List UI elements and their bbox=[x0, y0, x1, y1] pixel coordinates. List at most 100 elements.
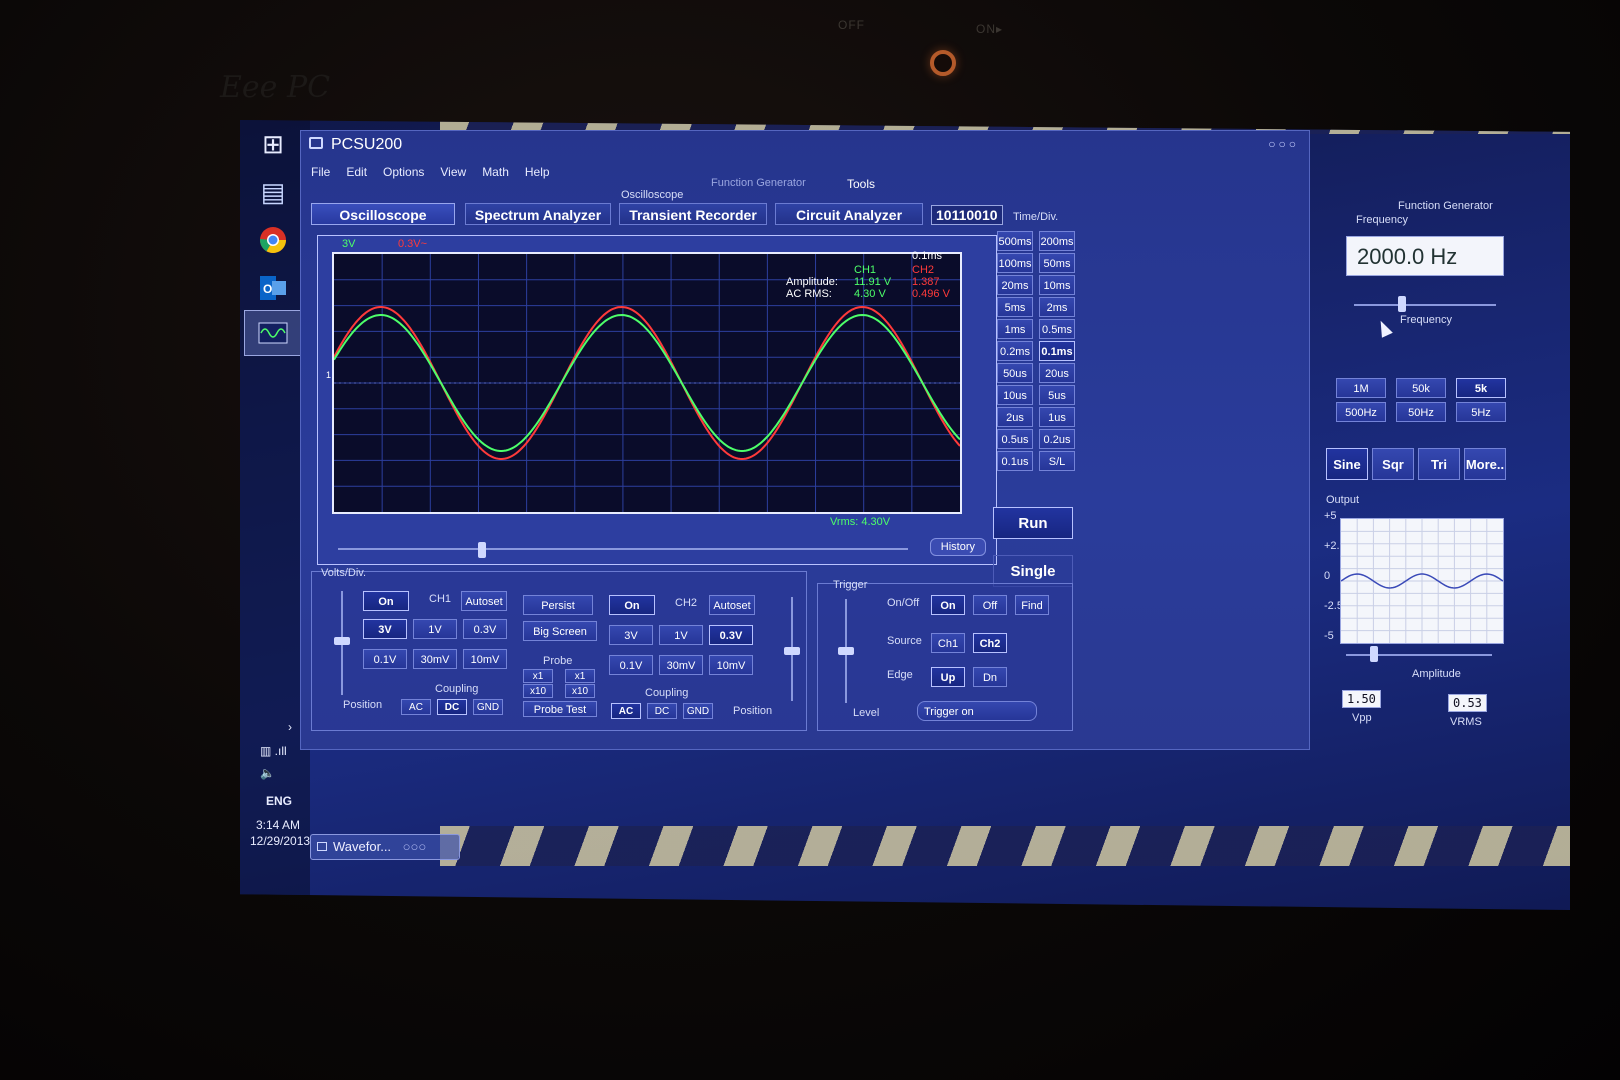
ch1-autoset-button[interactable]: Autoset bbox=[461, 591, 507, 611]
fg-range-5Hz-button[interactable]: 5Hz bbox=[1456, 402, 1506, 422]
history-scroll-thumb[interactable] bbox=[478, 542, 486, 558]
ch1-volts-1V-button[interactable]: 1V bbox=[413, 619, 457, 639]
time-div-200ms-button[interactable]: 200ms bbox=[1039, 231, 1075, 251]
trigger-edge-down-button[interactable]: Dn bbox=[973, 667, 1007, 687]
ch2-coupling-gnd-button[interactable]: GND bbox=[683, 703, 713, 719]
time-div-50us-button[interactable]: 50us bbox=[997, 363, 1033, 383]
time-div-20us-button[interactable]: 20us bbox=[1039, 363, 1075, 383]
scope-display[interactable]: 0.1ms CH1 CH2 Amplitude: AC RMS: 11.91 V… bbox=[326, 250, 962, 528]
time-div-5ms-button[interactable]: 5ms bbox=[997, 297, 1033, 317]
fg-range-50Hz-button[interactable]: 50Hz bbox=[1396, 402, 1446, 422]
vpp-readout[interactable]: 1.50 bbox=[1342, 690, 1381, 708]
ch2-volts-10mV-button[interactable]: 10mV bbox=[709, 655, 753, 675]
history-scroll-track[interactable] bbox=[338, 548, 908, 550]
time-div-20ms-button[interactable]: 20ms bbox=[997, 275, 1033, 295]
amplitude-slider[interactable] bbox=[1346, 654, 1492, 656]
time-div-0.1us-button[interactable]: 0.1us bbox=[997, 451, 1033, 471]
time-div-0.2us-button[interactable]: 0.2us bbox=[1039, 429, 1075, 449]
time-div-2us-button[interactable]: 2us bbox=[997, 407, 1033, 427]
language-indicator[interactable]: ENG bbox=[266, 794, 292, 808]
tab-transient-recorder[interactable]: Transient Recorder bbox=[619, 203, 767, 225]
time-div-0.2ms-button[interactable]: 0.2ms bbox=[997, 341, 1033, 361]
time-div-1ms-button[interactable]: 1ms bbox=[997, 319, 1033, 339]
file-explorer-icon[interactable]: ▤ bbox=[250, 172, 296, 212]
tab-circuit-analyzer[interactable]: Circuit Analyzer bbox=[775, 203, 923, 225]
run-button[interactable]: Run bbox=[993, 507, 1073, 539]
time-div-10us-button[interactable]: 10us bbox=[997, 385, 1033, 405]
vrms-value-readout[interactable]: 0.53 bbox=[1448, 694, 1487, 712]
menu-help[interactable]: Help bbox=[525, 165, 550, 179]
window-controls[interactable]: ○○○ bbox=[1268, 137, 1299, 151]
fg-range-50k-button[interactable]: 50k bbox=[1396, 378, 1446, 398]
clock-time[interactable]: 3:14 AM bbox=[256, 818, 300, 832]
time-div-5us-button[interactable]: 5us bbox=[1039, 385, 1075, 405]
trigger-off-button[interactable]: Off bbox=[973, 595, 1007, 615]
ch2-autoset-button[interactable]: Autoset bbox=[709, 595, 755, 615]
ch1-volts-0.3V-button[interactable]: 0.3V bbox=[463, 619, 507, 639]
menu-tools[interactable]: Tools bbox=[847, 177, 875, 191]
history-button[interactable]: History bbox=[929, 538, 986, 556]
chrome-icon[interactable] bbox=[250, 220, 296, 260]
ch1-volts-3V-button[interactable]: 3V bbox=[363, 619, 407, 639]
trigger-level-thumb[interactable] bbox=[838, 647, 854, 655]
probe-ch1-x1-button[interactable]: x1 bbox=[523, 669, 553, 683]
probe-test-button[interactable]: Probe Test bbox=[523, 701, 597, 717]
frequency-slider[interactable] bbox=[1354, 304, 1496, 306]
menu-edit[interactable]: Edit bbox=[346, 165, 367, 179]
ch1-coupling-ac-button[interactable]: AC bbox=[401, 699, 431, 715]
ch2-volts-1V-button[interactable]: 1V bbox=[659, 625, 703, 645]
ch2-coupling-ac-button[interactable]: AC bbox=[611, 703, 641, 719]
network-icon[interactable]: ▥ .ıll bbox=[260, 744, 287, 758]
frequency-slider-thumb[interactable] bbox=[1398, 296, 1406, 312]
trigger-edge-up-button[interactable]: Up bbox=[931, 667, 965, 687]
tab-oscilloscope[interactable]: Oscilloscope bbox=[311, 203, 455, 225]
clock-date[interactable]: 12/29/2013 bbox=[250, 834, 310, 848]
time-div-2ms-button[interactable]: 2ms bbox=[1039, 297, 1075, 317]
ch2-coupling-dc-button[interactable]: DC bbox=[647, 703, 677, 719]
ch1-position-thumb[interactable] bbox=[334, 637, 350, 645]
time-div-1us-button[interactable]: 1us bbox=[1039, 407, 1075, 427]
ch2-volts-0.3V-button[interactable]: 0.3V bbox=[709, 625, 753, 645]
ch2-position-thumb[interactable] bbox=[784, 647, 800, 655]
time-div-0.5ms-button[interactable]: 0.5ms bbox=[1039, 319, 1075, 339]
frequency-display[interactable]: 2000.0 Hz bbox=[1346, 236, 1504, 276]
ch1-volts-10mV-button[interactable]: 10mV bbox=[463, 649, 507, 669]
ch2-volts-30mV-button[interactable]: 30mV bbox=[659, 655, 703, 675]
time-div-50ms-button[interactable]: 50ms bbox=[1039, 253, 1075, 273]
time-div-0.5us-button[interactable]: 0.5us bbox=[997, 429, 1033, 449]
time-div-10ms-button[interactable]: 10ms bbox=[1039, 275, 1075, 295]
windows-start-icon[interactable]: ⊞ bbox=[250, 124, 296, 164]
time-div-500ms-button[interactable]: 500ms bbox=[997, 231, 1033, 251]
amplitude-slider-thumb[interactable] bbox=[1370, 646, 1378, 662]
outlook-icon[interactable]: O bbox=[250, 268, 296, 308]
expand-arrow-icon[interactable]: › bbox=[288, 720, 292, 734]
volume-icon[interactable]: 🔈 bbox=[260, 766, 275, 780]
menu-file[interactable]: File bbox=[311, 165, 330, 179]
ch2-volts-0.1V-button[interactable]: 0.1V bbox=[609, 655, 653, 675]
waveform-app-icon[interactable] bbox=[244, 310, 302, 356]
probe-ch2-x1-button[interactable]: x1 bbox=[565, 669, 595, 683]
time-div-100ms-button[interactable]: 100ms bbox=[997, 253, 1033, 273]
persist-button[interactable]: Persist bbox=[523, 595, 593, 615]
probe-ch1-x10-button[interactable]: x10 bbox=[523, 684, 553, 698]
ch2-volts-3V-button[interactable]: 3V bbox=[609, 625, 653, 645]
menu-options[interactable]: Options bbox=[383, 165, 424, 179]
menu-math[interactable]: Math bbox=[482, 165, 509, 179]
function-generator-tab-label[interactable]: Function Generator bbox=[711, 177, 806, 189]
time-div-0.1ms-button[interactable]: 0.1ms bbox=[1039, 341, 1075, 361]
trigger-on-button[interactable]: On bbox=[931, 595, 965, 615]
fg-wave-sqr-button[interactable]: Sqr bbox=[1372, 448, 1414, 480]
fg-wave-more-button[interactable]: More.. bbox=[1464, 448, 1506, 480]
taskbar-waveform-item[interactable]: Wavefor... ○○○ bbox=[310, 834, 460, 860]
time-div-S-L-button[interactable]: S/L bbox=[1039, 451, 1075, 471]
ch2-on-button[interactable]: On bbox=[609, 595, 655, 615]
tab-spectrum-analyzer[interactable]: Spectrum Analyzer bbox=[465, 203, 611, 225]
ch1-on-button[interactable]: On bbox=[363, 591, 409, 611]
trigger-on-indicator[interactable]: Trigger on bbox=[917, 701, 1037, 721]
fg-wave-sine-button[interactable]: Sine bbox=[1326, 448, 1368, 480]
trigger-source-ch2-button[interactable]: Ch2 bbox=[973, 633, 1007, 653]
probe-ch2-x10-button[interactable]: x10 bbox=[565, 684, 595, 698]
fg-wave-tri-button[interactable]: Tri bbox=[1418, 448, 1460, 480]
trigger-source-ch1-button[interactable]: Ch1 bbox=[931, 633, 965, 653]
ch1-volts-0.1V-button[interactable]: 0.1V bbox=[363, 649, 407, 669]
